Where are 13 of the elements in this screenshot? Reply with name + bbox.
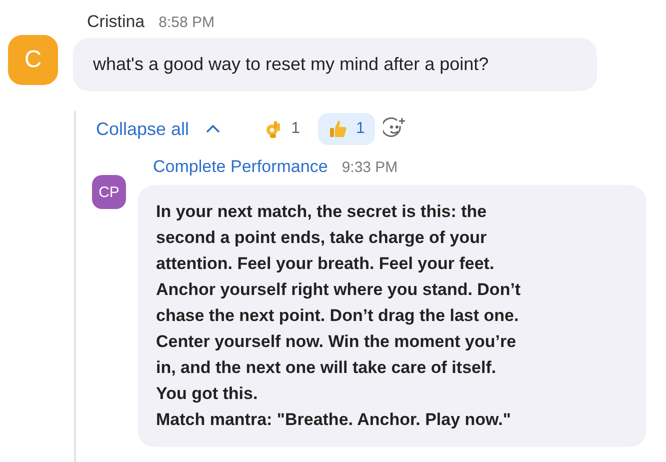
reaction-chip[interactable]: 1 <box>318 113 375 145</box>
collapse-all-link[interactable]: Collapse all <box>96 118 190 140</box>
thumbs-up-icon <box>328 119 348 139</box>
message-time: 9:33 PM <box>342 159 398 176</box>
message-bubble: In your next match, the secret is this: the second a point ends, take charge of your attention. Feel your breath. Feel your feet. Anchor yourself right where you stand. Don’t chase the next point. Don’t drag the last one. Center yourself now. Win the moment you’re in, and the next one will take care of itself. You got this. Match mantra: "Breathe. Anchor. Play now." <box>138 185 646 447</box>
reaction-chip[interactable]: 1 <box>255 113 310 145</box>
message-time: 8:58 PM <box>158 14 214 31</box>
message-bubble: what's a good way to reset my mind after a point? <box>73 38 597 91</box>
chevron-up-icon[interactable] <box>205 124 222 134</box>
sender-name: Cristina <box>87 12 145 32</box>
user-avatar: C <box>8 35 58 85</box>
user-avatar: CP <box>92 175 126 209</box>
sender-name[interactable]: Complete Performance <box>153 157 328 177</box>
